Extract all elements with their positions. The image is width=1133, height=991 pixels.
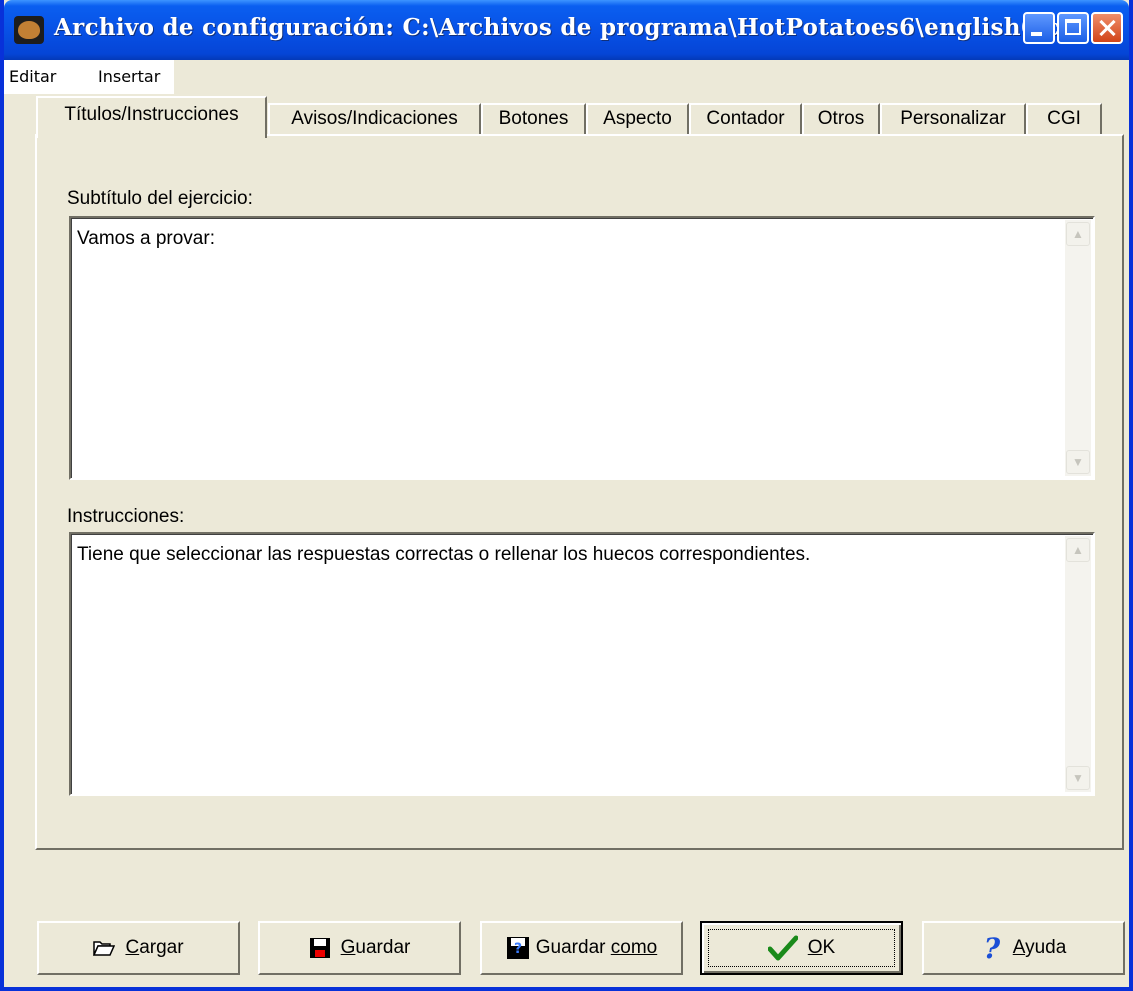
checkmark-icon [767,935,799,961]
save-as-label: Guardar como [535,937,658,958]
close-button[interactable] [1091,12,1123,44]
tab-botones[interactable]: Botones [481,103,586,136]
window-title: Archivo de configuración: C:\Archivos de… [54,14,1087,41]
svg-text:?: ? [984,934,1001,962]
tab-titulos-instrucciones[interactable]: Títulos/Instrucciones [36,96,267,138]
menu-editar[interactable]: Editar [9,67,56,86]
scroll-up-arrow-icon[interactable]: ▲ [1066,222,1090,246]
folder-open-icon [93,940,116,956]
tab-otros[interactable]: Otros [802,103,880,136]
subtitle-textarea[interactable]: Vamos a provar: ▲ ▼ [69,216,1095,480]
floppy-disk-icon [309,937,331,959]
instructions-value: Tiene que seleccionar las respuestas cor… [77,544,811,565]
subtitle-label: Subtítulo del ejercicio: [67,188,253,209]
help-label: Ayuda [1012,937,1067,958]
tab-contador[interactable]: Contador [689,103,802,136]
floppy-disk-question-icon: ? [506,936,530,960]
scroll-down-arrow-icon[interactable]: ▼ [1066,450,1090,474]
subtitle-scrollbar[interactable]: ▲ ▼ [1065,220,1091,476]
tab-personalizar[interactable]: Personalizar [880,103,1026,136]
tab-aspecto[interactable]: Aspecto [586,103,689,136]
tab-avisos-indicaciones[interactable]: Avisos/Indicaciones [268,103,481,136]
question-mark-icon: ? [981,932,1003,965]
svg-text:?: ? [514,941,522,957]
tab-cgi[interactable]: CGI [1026,103,1102,136]
save-button[interactable]: Guardar [258,921,461,975]
help-button[interactable]: ? Ayuda [922,921,1125,975]
maximize-button[interactable] [1057,12,1089,44]
scroll-down-arrow-icon[interactable]: ▼ [1066,766,1090,790]
scroll-up-arrow-icon[interactable]: ▲ [1066,538,1090,562]
minimize-button[interactable] [1023,12,1055,44]
instructions-scrollbar[interactable]: ▲ ▼ [1065,536,1091,792]
load-button[interactable]: Cargar [37,921,240,975]
menu-bar: Editar Insertar [4,60,174,94]
save-label: Guardar [340,937,411,958]
instructions-textarea[interactable]: Tiene que seleccionar las respuestas cor… [69,532,1095,796]
title-bar[interactable]: Archivo de configuración: C:\Archivos de… [4,0,1129,60]
save-as-button[interactable]: ? Guardar como [480,921,683,975]
load-label: Cargar [125,937,184,958]
ok-button[interactable]: OK [700,921,903,975]
instructions-label: Instrucciones: [67,506,185,527]
hot-potatoes-app-icon[interactable] [14,16,44,44]
subtitle-value: Vamos a provar: [77,228,215,249]
menu-insertar[interactable]: Insertar [98,67,160,86]
config-window: Archivo de configuración: C:\Archivos de… [0,0,1133,991]
tab-panel: Subtítulo del ejercicio: Vamos a provar:… [35,134,1124,850]
